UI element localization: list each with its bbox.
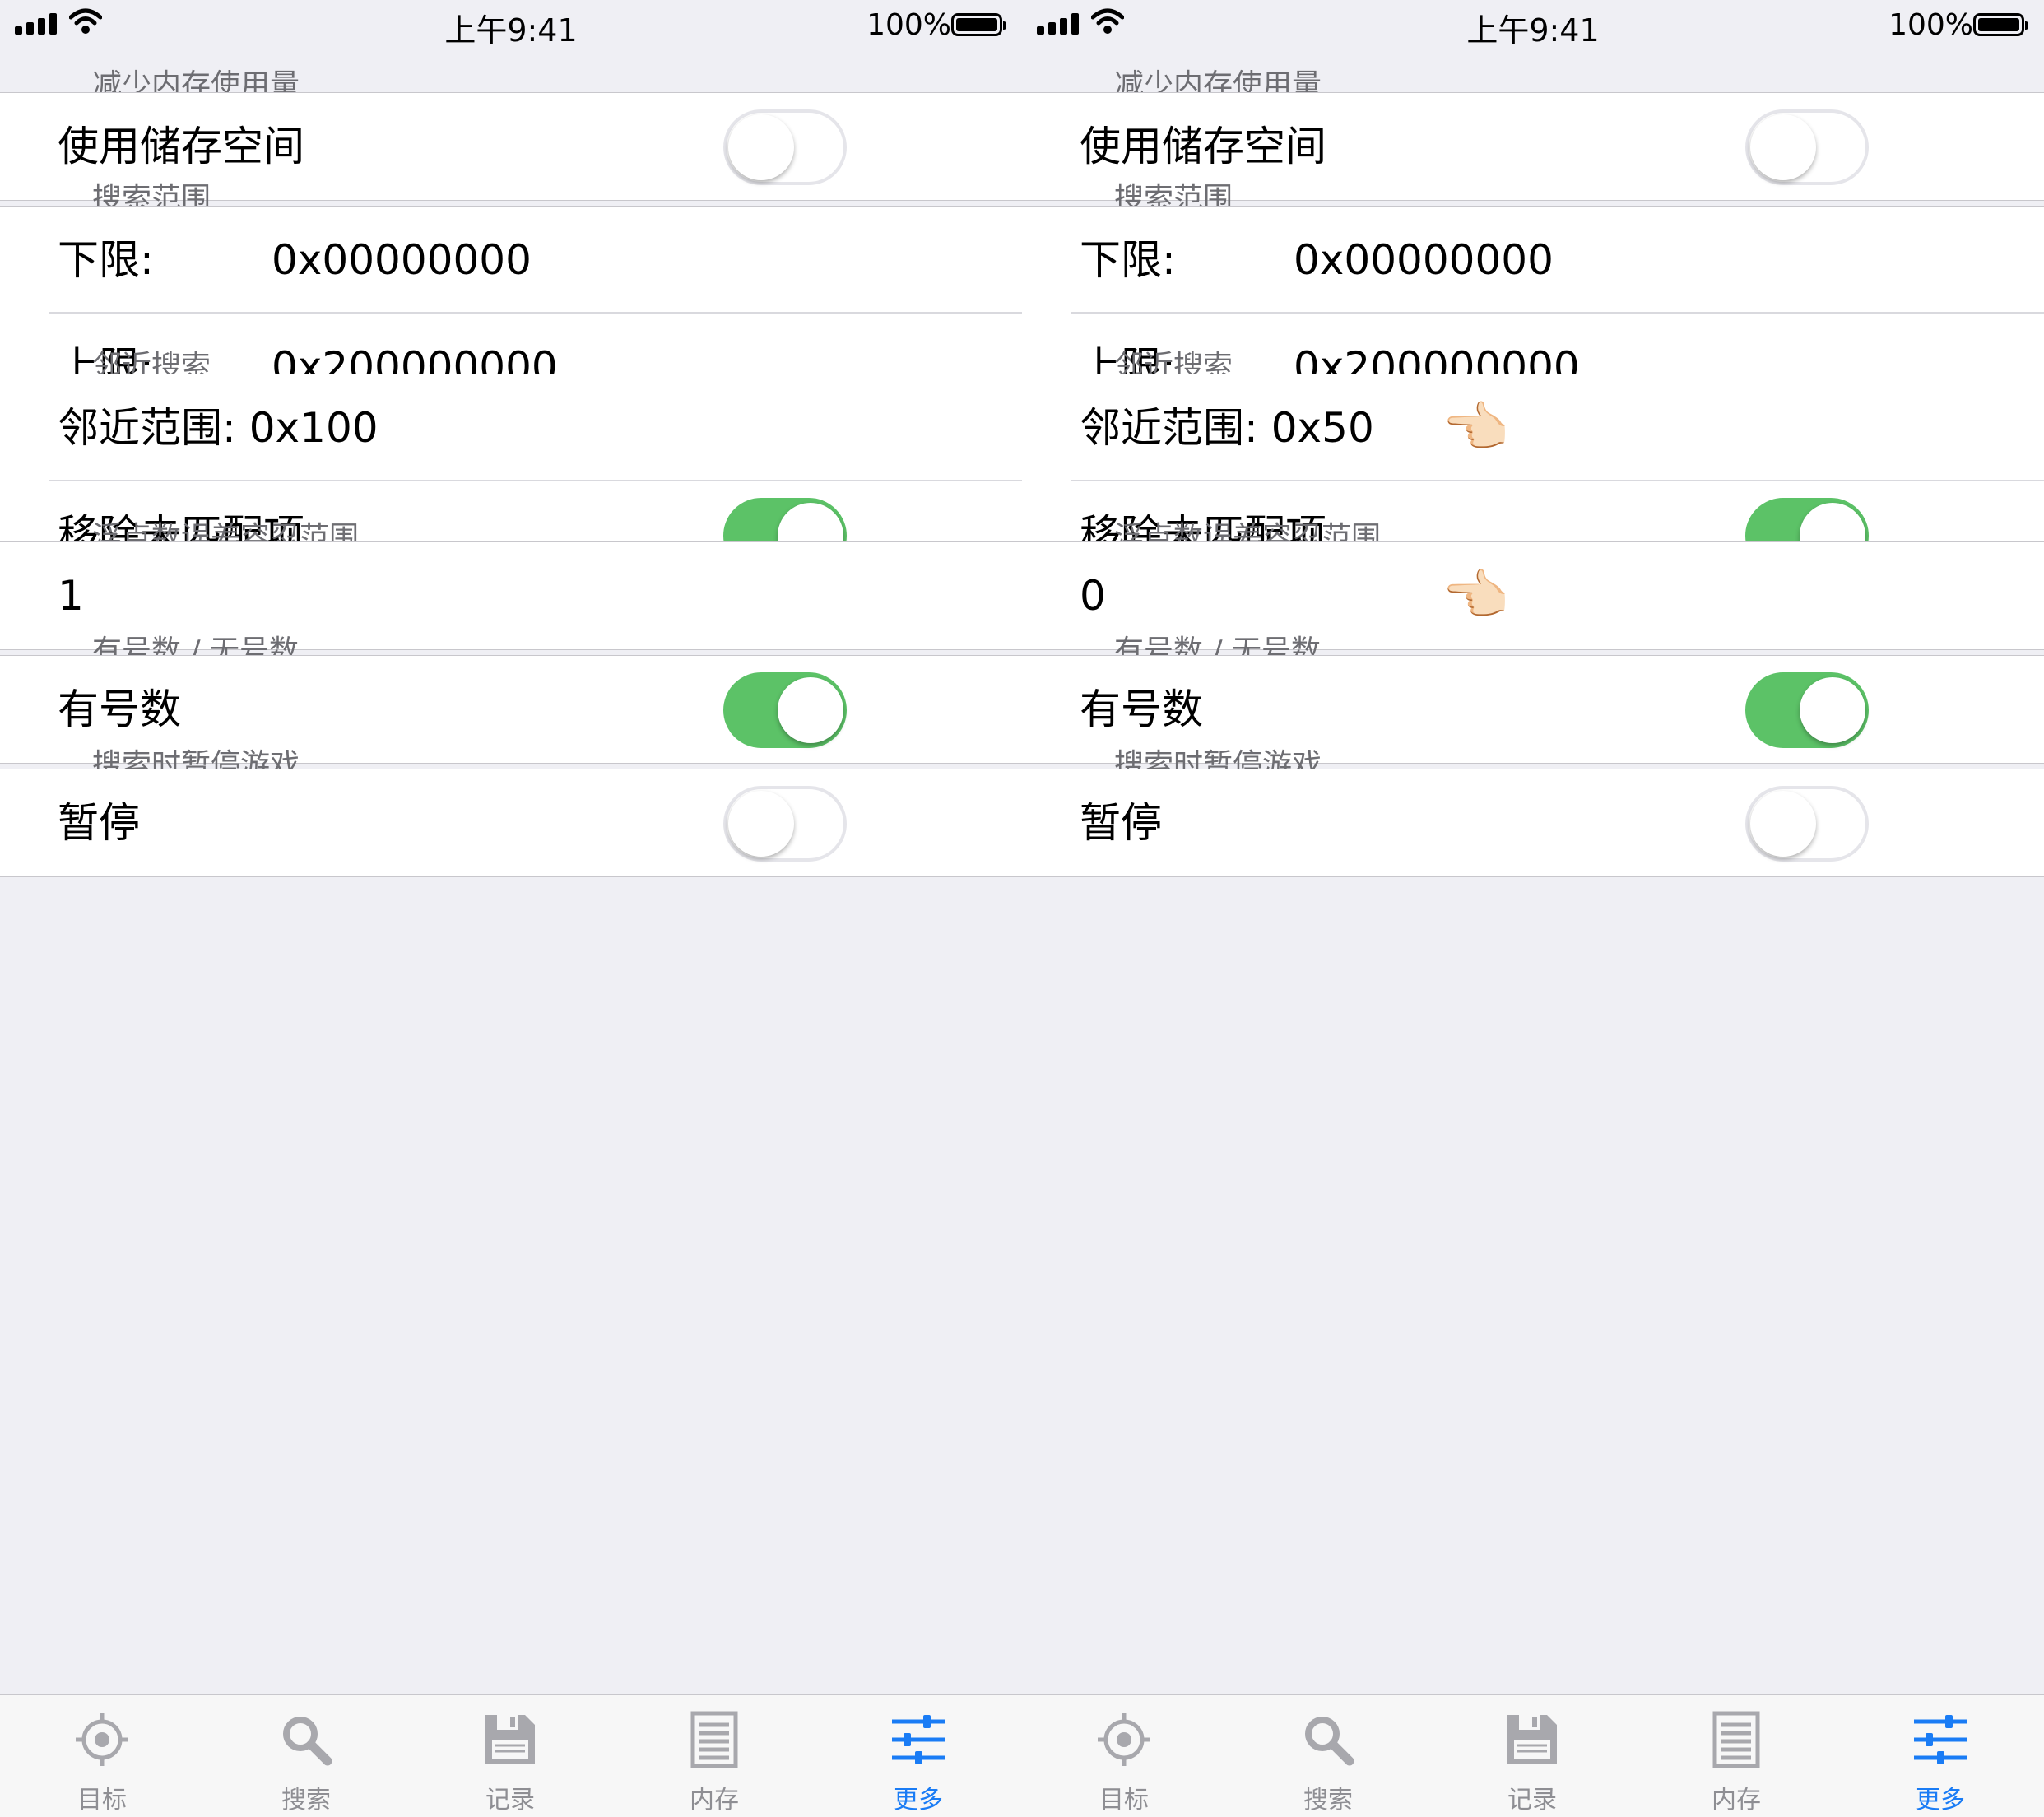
nearby-range-label: 邻近范围: 0x100: [58, 404, 379, 452]
sliders-icon: [892, 1715, 945, 1764]
tab-records[interactable]: 记录: [408, 1695, 612, 1817]
tab-target[interactable]: 目标: [0, 1695, 204, 1817]
tab-label: 目标: [77, 1786, 127, 1815]
tab-bar: 目标 搜索 记录 内存 更多: [0, 1694, 1022, 1817]
battery-icon: [951, 13, 1006, 36]
pause-row: 暂停: [0, 769, 1022, 876]
save-disk-icon: [1507, 1715, 1557, 1764]
toggle-knob: [778, 677, 843, 743]
tab-memory[interactable]: 内存: [612, 1695, 816, 1817]
tab-label: 更多: [894, 1786, 943, 1815]
battery-icon: [1973, 13, 2028, 36]
settings-screen-before: 上午9:41 100% 减少内存使用量 使用储存空间 搜索范围 下限: 0x00…: [0, 0, 1022, 1817]
target-icon: [1098, 1713, 1150, 1766]
tab-label: 搜索: [281, 1786, 331, 1815]
status-bar: 上午9:41 100%: [1022, 0, 2044, 49]
pause-row: 暂停: [1022, 769, 2044, 876]
tab-label: 搜索: [1303, 1786, 1353, 1815]
nearby-range-label: 邻近范围: 0x50: [1080, 404, 1374, 452]
use-storage-toggle[interactable]: [1745, 109, 1869, 185]
toggle-knob: [1800, 677, 1865, 743]
signed-toggle[interactable]: [723, 672, 847, 748]
lower-bound-label: 下限:: [1080, 236, 1176, 284]
float-tolerance-value[interactable]: 0: [1080, 542, 1106, 649]
document-lines-icon: [1712, 1711, 1760, 1768]
lower-bound-row[interactable]: 下限: 0x00000000: [1022, 207, 2044, 314]
tab-search[interactable]: 搜索: [1226, 1695, 1430, 1817]
sliders-icon: [1914, 1715, 1967, 1764]
pointing-hand-emoji: 👈🏻: [1442, 396, 1510, 459]
tab-label: 内存: [1712, 1786, 1761, 1815]
lower-bound-label: 下限:: [58, 236, 154, 284]
lower-bound-value[interactable]: 0x00000000: [1294, 207, 1554, 314]
toggle-knob: [1750, 114, 1816, 180]
document-lines-icon: [690, 1711, 738, 1768]
tab-label: 目标: [1099, 1786, 1149, 1815]
pause-label: 暂停: [1080, 799, 1162, 847]
tab-label: 内存: [690, 1786, 739, 1815]
save-disk-icon: [485, 1715, 535, 1764]
tab-label: 记录: [485, 1786, 535, 1815]
battery-percent: 100%: [1888, 8, 1973, 42]
target-icon: [76, 1713, 128, 1766]
battery-percent: 100%: [866, 8, 951, 42]
tab-label: 更多: [1916, 1786, 1965, 1815]
tab-records[interactable]: 记录: [1430, 1695, 1634, 1817]
pause-group: 暂停: [1022, 769, 2044, 877]
pause-group: 暂停: [0, 769, 1022, 877]
tab-memory[interactable]: 内存: [1634, 1695, 1838, 1817]
tab-more[interactable]: 更多: [816, 1695, 1020, 1817]
toggle-knob: [728, 114, 794, 180]
signed-toggle[interactable]: [1745, 672, 1869, 748]
comparison-screenshot: 上午9:41 100% 减少内存使用量 使用储存空间 搜索范围 下限: 0x00…: [0, 0, 2044, 1817]
tab-target[interactable]: 目标: [1022, 1695, 1226, 1817]
tab-search[interactable]: 搜索: [204, 1695, 408, 1817]
pause-toggle[interactable]: [1745, 786, 1869, 862]
tab-label: 记录: [1507, 1786, 1557, 1815]
pause-toggle[interactable]: [723, 786, 847, 862]
lower-bound-value[interactable]: 0x00000000: [272, 207, 532, 314]
nearby-range-row[interactable]: 邻近范围: 0x50 👈🏻: [1022, 374, 2044, 481]
tab-bar: 目标 搜索 记录 内存 更多: [1022, 1694, 2044, 1817]
lower-bound-row[interactable]: 下限: 0x00000000: [0, 207, 1022, 314]
pointing-hand-emoji: 👈🏻: [1442, 564, 1510, 627]
search-icon: [1305, 1717, 1354, 1766]
toggle-knob: [1750, 791, 1816, 857]
toggle-knob: [728, 791, 794, 857]
settings-screen-after: 上午9:41 100% 减少内存使用量 使用储存空间 搜索范围 下限: 0x00…: [1022, 0, 2044, 1817]
search-icon: [283, 1717, 332, 1766]
pause-label: 暂停: [58, 799, 140, 847]
float-tolerance-value[interactable]: 1: [58, 542, 84, 649]
tab-more[interactable]: 更多: [1838, 1695, 2042, 1817]
status-bar: 上午9:41 100%: [0, 0, 1022, 49]
use-storage-toggle[interactable]: [723, 109, 847, 185]
nearby-range-row[interactable]: 邻近范围: 0x100: [0, 374, 1022, 481]
